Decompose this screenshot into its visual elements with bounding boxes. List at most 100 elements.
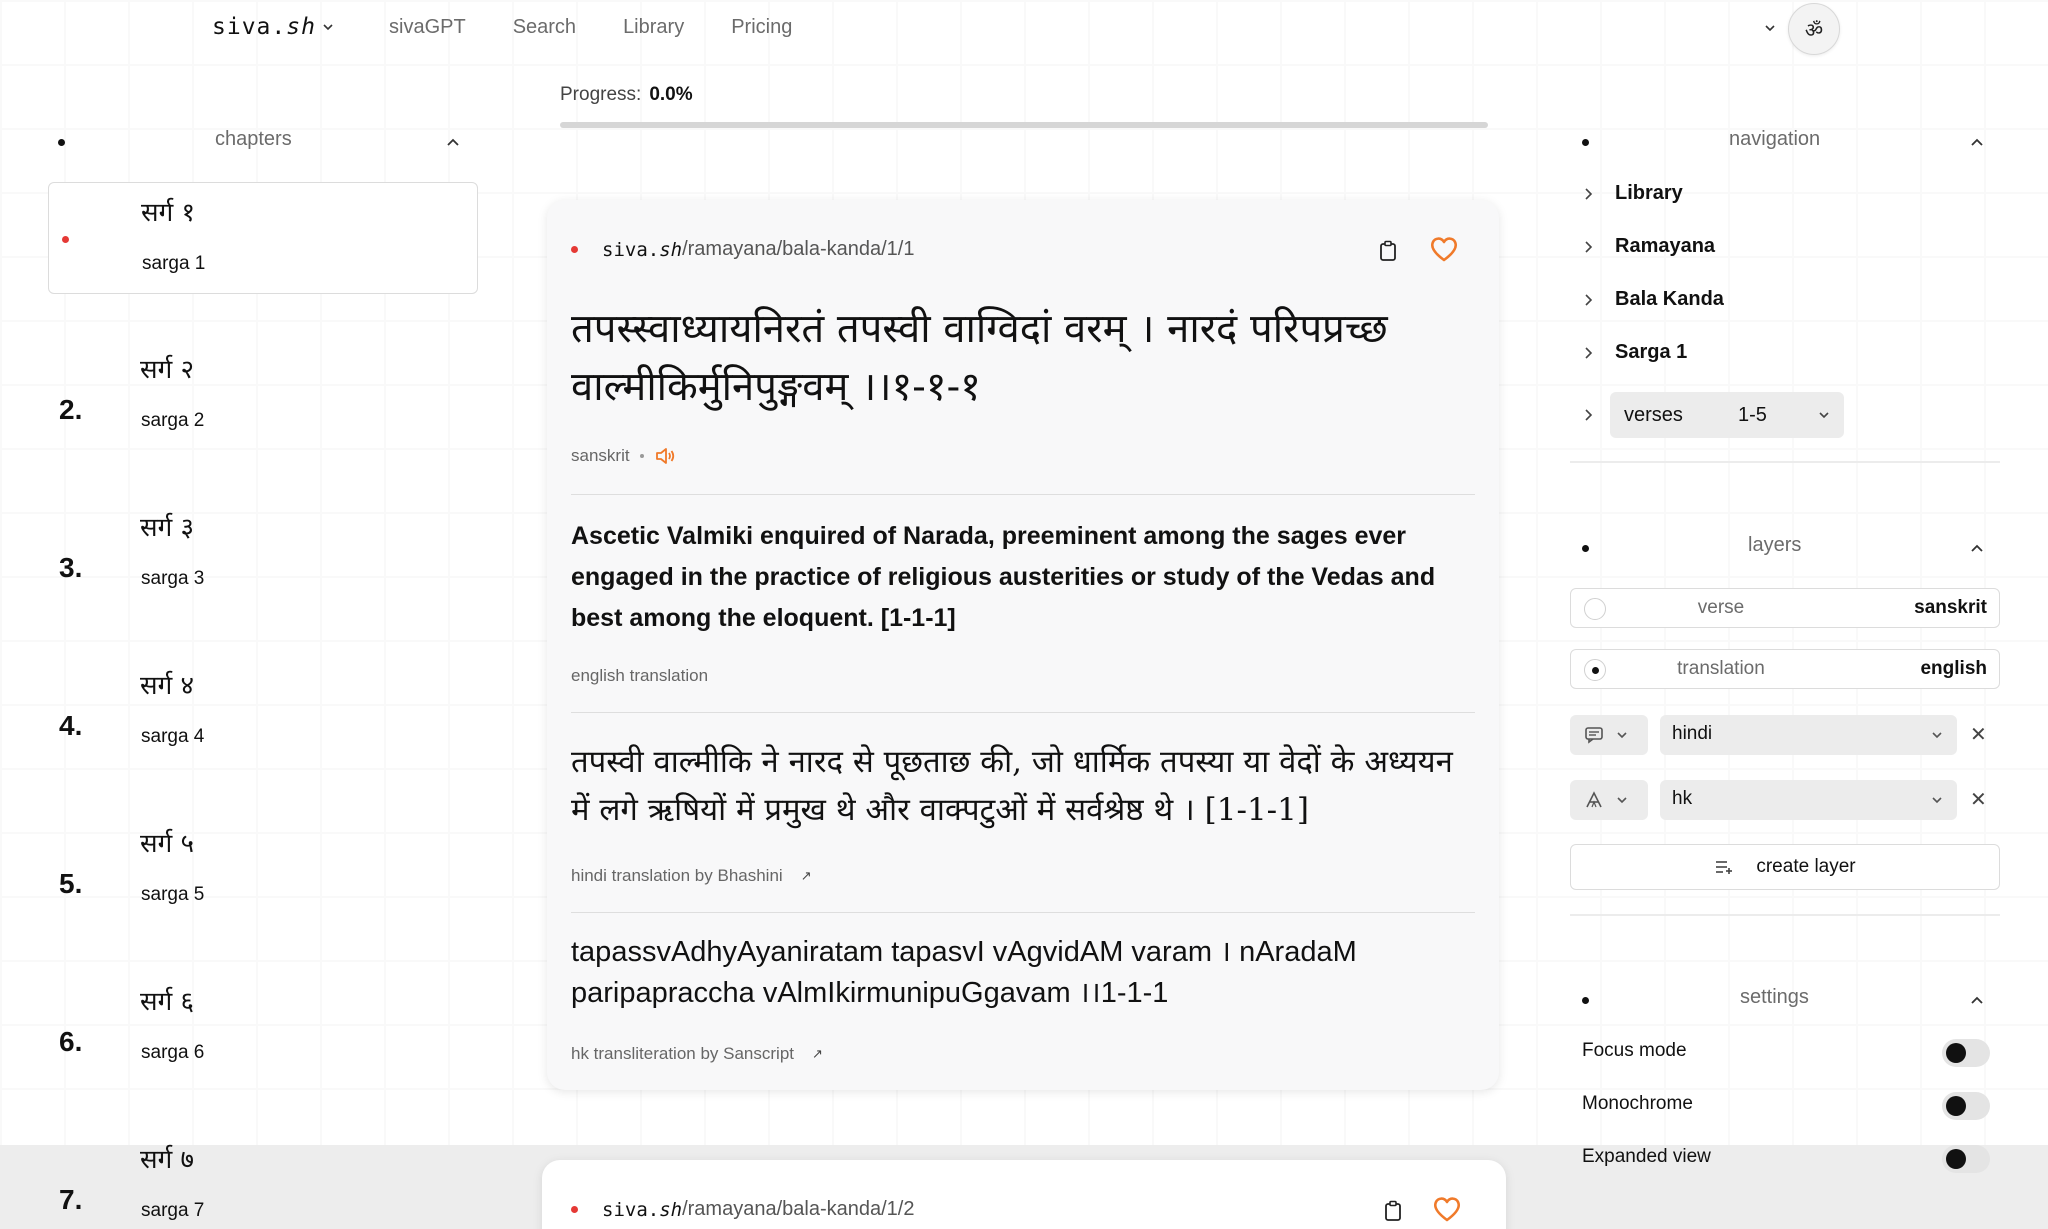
clipboard-icon[interactable]: [1373, 236, 1403, 266]
chapter-number: 5.: [59, 868, 83, 899]
divider: [1570, 914, 2000, 916]
chapter-item-4[interactable]: 4. सर्ग ४ sarga 4: [48, 656, 478, 768]
chapter-item-2[interactable]: 2. सर्ग २ sarga 2: [48, 340, 478, 452]
setting-monochrome: Monochrome: [1582, 1093, 1992, 1115]
focus-mode-toggle[interactable]: [1942, 1039, 1990, 1067]
create-layer-button[interactable]: create layer: [1570, 844, 2000, 890]
comment-icon: [1585, 727, 1603, 744]
settings-header[interactable]: settings: [1582, 986, 1984, 1012]
verses-select[interactable]: verses 1-5: [1610, 392, 1844, 438]
nav-item-bala-kanda[interactable]: Bala Kanda: [1583, 288, 1724, 311]
bullet-icon: [1582, 544, 1589, 552]
chapter-latin: sarga 1: [142, 253, 206, 274]
navigation-header[interactable]: navigation: [1582, 128, 1984, 154]
close-icon[interactable]: ✕: [1970, 787, 1987, 812]
layer-row-translation[interactable]: translation english: [1570, 649, 2000, 689]
settings-title: settings: [1740, 986, 1809, 1008]
hindi-meta[interactable]: hindi translation by Bhashini ↗: [571, 866, 812, 886]
layers-title: layers: [1748, 534, 1802, 556]
chapter-latin: sarga 5: [141, 884, 205, 905]
chevron-up-icon[interactable]: [1970, 136, 1984, 148]
progress-label: Progress: 0.0%: [560, 84, 693, 106]
nav-item-label: Sarga 1: [1615, 341, 1688, 363]
script-select[interactable]: hk: [1660, 780, 1957, 820]
heart-icon[interactable]: [1430, 1192, 1464, 1226]
divider: [571, 494, 1475, 495]
translation-language-value: hindi: [1672, 723, 1713, 744]
translation-language-select[interactable]: hindi: [1660, 715, 1957, 755]
setting-expanded-view: Expanded view: [1582, 1146, 1992, 1168]
breadcrumb-path: /ramayana/bala-kanda/1/2: [682, 1198, 915, 1220]
top-navbar: siva.sh sivaGPT Search Library Pricing ॐ: [0, 0, 2048, 58]
language-button[interactable]: ॐ: [1788, 3, 1840, 55]
chapter-number: 6.: [59, 1026, 83, 1057]
chapter-devanagari: सर्ग ३: [140, 513, 194, 543]
logo-suffix: sh: [286, 14, 316, 40]
clipboard-icon[interactable]: [1378, 1196, 1408, 1226]
chapter-number: 7.: [59, 1184, 83, 1215]
navigation-title: navigation: [1729, 128, 1821, 150]
expanded-view-toggle[interactable]: [1942, 1145, 1990, 1173]
bullet-icon: [58, 138, 65, 146]
chapter-item-5[interactable]: 5. सर्ग ५ sarga 5: [48, 814, 478, 926]
verse-sanskrit: तपस्स्वाध्यायनिरतं तपस्वी वाग्विदां वरम्…: [571, 306, 1388, 410]
verse-card: siva.sh /ramayana/bala-kanda/1/1 तपस्स्व…: [547, 200, 1499, 1090]
site-prefix: siva.: [602, 1198, 660, 1221]
nav-item-sarga-1[interactable]: Sarga 1: [1583, 341, 1687, 364]
chapter-item-1[interactable]: सर्ग १ sarga 1: [48, 182, 478, 294]
chevron-right-icon: [1585, 240, 1593, 253]
chevron-up-icon[interactable]: [446, 136, 460, 148]
chapter-number: 2.: [59, 394, 83, 425]
chapter-number: 4.: [59, 710, 83, 741]
progress-bar: [560, 122, 1488, 128]
nav-library[interactable]: Library: [623, 16, 684, 39]
setting-label: Expanded view: [1582, 1146, 1711, 1167]
status-dot: [571, 1206, 578, 1213]
english-label: english translation: [571, 666, 709, 685]
progress-caption: Progress:: [560, 84, 642, 105]
chapters-header[interactable]: chapters: [58, 128, 468, 154]
layer-value: sanskrit: [1914, 597, 1987, 618]
chapter-latin: sarga 7: [141, 1200, 205, 1221]
chapter-item-3[interactable]: 3. सर्ग ३ sarga 3: [48, 498, 478, 610]
create-layer-label: create layer: [1756, 856, 1856, 877]
breadcrumb-site: siva.sh: [602, 239, 682, 261]
nav-item-ramayana[interactable]: Ramayana: [1583, 235, 1715, 258]
nav-search[interactable]: Search: [513, 16, 576, 39]
heart-icon[interactable]: [1427, 232, 1461, 266]
nav-item-label: Library: [1615, 182, 1683, 204]
chevron-right-icon: [1585, 409, 1593, 421]
nav-item-library[interactable]: Library: [1583, 182, 1683, 205]
verse-breadcrumb[interactable]: siva.sh /ramayana/bala-kanda/1/2: [571, 1198, 914, 1221]
hindi-label: hindi translation by Bhashini: [571, 866, 783, 885]
chevron-down-icon: [1819, 412, 1829, 419]
site-suffix: sh: [659, 1198, 683, 1221]
chevron-up-icon[interactable]: [1970, 994, 1984, 1006]
bullet-icon: [1582, 138, 1589, 146]
chevron-down-icon: [323, 24, 333, 31]
speaker-icon[interactable]: [654, 446, 676, 466]
close-icon[interactable]: ✕: [1970, 722, 1987, 747]
chevron-down-icon[interactable]: [1764, 22, 1776, 34]
translit-meta[interactable]: hk transliteration by Sanscript ↗: [571, 1044, 823, 1064]
site-logo[interactable]: siva.sh: [212, 14, 334, 40]
verse-breadcrumb[interactable]: siva.sh /ramayana/bala-kanda/1/1: [571, 238, 914, 261]
layers-header[interactable]: layers: [1582, 534, 1984, 560]
layer-row-verse[interactable]: verse sanskrit: [1570, 588, 2000, 628]
chapter-item-6[interactable]: 6. सर्ग ६ sarga 6: [48, 972, 478, 1084]
nav-sivagpt[interactable]: sivaGPT: [389, 16, 466, 39]
script-value: hk: [1672, 788, 1693, 809]
script-type-select[interactable]: [1570, 780, 1648, 820]
translit-label: hk transliteration by Sanscript: [571, 1044, 794, 1063]
external-link-icon: ↗: [812, 1046, 823, 1061]
chevron-up-icon[interactable]: [1970, 542, 1984, 554]
chapter-devanagari: सर्ग ५: [140, 829, 194, 859]
nav-pricing[interactable]: Pricing: [731, 16, 792, 39]
verses-range: 1-5: [1738, 403, 1767, 426]
monochrome-toggle[interactable]: [1942, 1092, 1990, 1120]
chapter-devanagari: सर्ग ७: [140, 1145, 194, 1175]
chapter-item-7[interactable]: 7. सर्ग ७ sarga 7: [48, 1130, 478, 1229]
chapter-latin: sarga 3: [141, 568, 205, 589]
translation-type-select[interactable]: [1570, 715, 1648, 755]
breadcrumb-site: siva.sh: [602, 1199, 682, 1221]
